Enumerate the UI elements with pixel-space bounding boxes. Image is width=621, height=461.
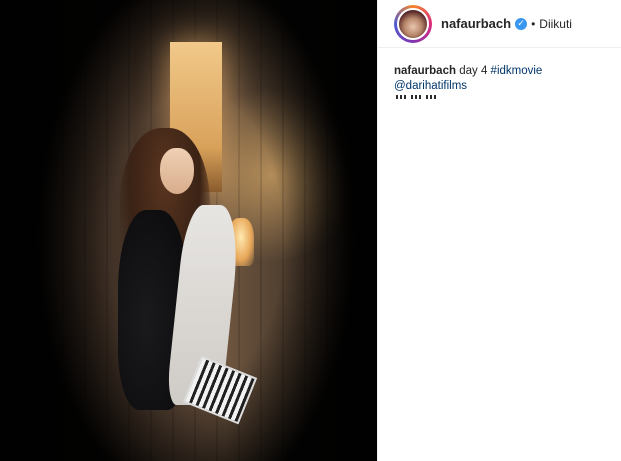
post-sidebar: nafaurbach ✓ • Diikuti nafaurbach day 4 … [377, 0, 621, 461]
clapper-board-icon [409, 95, 423, 107]
post-header: nafaurbach ✓ • Diikuti [378, 0, 621, 48]
film-reel-icon [469, 95, 483, 107]
clapper-board-icon [424, 95, 438, 107]
avatar-story-ring[interactable] [394, 4, 432, 43]
caption-username[interactable]: nafaurbach [394, 65, 456, 77]
post-photo[interactable] [0, 0, 377, 461]
mention-link[interactable]: @darihatifilms [394, 80, 467, 92]
woman-face [160, 148, 194, 194]
film-reel-icon [439, 95, 453, 107]
caption-text: day 4 [459, 65, 488, 77]
film-reel-icon [454, 95, 468, 107]
hashtag-link[interactable]: #idkmovie [491, 65, 543, 77]
instagram-post: nafaurbach ✓ • Diikuti nafaurbach day 4 … [0, 0, 621, 461]
username-link[interactable]: nafaurbach [441, 16, 511, 31]
caption-emojis [394, 95, 605, 107]
separator-dot: • [531, 16, 536, 31]
following-button[interactable]: Diikuti [539, 17, 572, 31]
avatar[interactable] [397, 7, 429, 40]
post-caption: nafaurbach day 4 #idkmovie @darihatifilm… [378, 48, 621, 107]
clapper-board-icon [394, 95, 408, 107]
verified-badge-icon: ✓ [515, 17, 528, 30]
